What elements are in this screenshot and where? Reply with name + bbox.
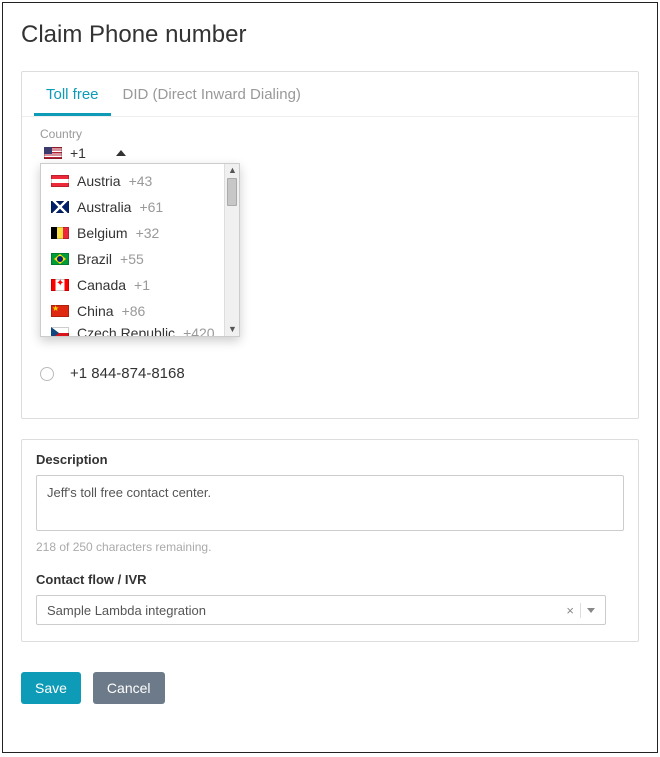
flag-icon xyxy=(51,227,69,239)
description-input[interactable] xyxy=(36,475,624,531)
contact-flow-label: Contact flow / IVR xyxy=(36,572,606,587)
country-option-china[interactable]: China +86 xyxy=(41,298,239,324)
phone-row[interactable]: +1 844-874-8168 xyxy=(40,359,620,388)
phone-number-list: +1 844-874-8168 xyxy=(22,359,638,418)
caret-up-icon xyxy=(116,150,126,156)
flag-icon xyxy=(51,175,69,187)
country-option-code: +32 xyxy=(136,225,160,241)
dropdown-scrollbar[interactable]: ▲ ▼ xyxy=(224,164,239,336)
contact-flow-select[interactable]: Sample Lambda integration × xyxy=(36,595,606,625)
phone-panel: Toll free DID (Direct Inward Dialing) Co… xyxy=(21,71,639,419)
country-option-name: Canada xyxy=(77,277,126,293)
flag-icon xyxy=(51,305,69,317)
country-option-name: Austria xyxy=(77,173,121,189)
country-option-canada[interactable]: Canada +1 xyxy=(41,272,239,298)
flag-icon xyxy=(44,147,62,159)
action-buttons: Save Cancel xyxy=(21,672,639,704)
country-selected-code: +1 xyxy=(70,145,86,161)
country-option-code: +61 xyxy=(139,199,163,215)
caret-down-icon xyxy=(587,608,595,613)
country-option-australia[interactable]: Australia +61 xyxy=(41,194,239,220)
description-panel: Description 218 of 250 characters remain… xyxy=(21,439,639,642)
char-remaining: 218 of 250 characters remaining. xyxy=(36,540,624,554)
contact-flow-section: Contact flow / IVR Sample Lambda integra… xyxy=(36,572,606,625)
country-option-czech-republic[interactable]: Czech Republic +420 xyxy=(41,324,239,336)
country-option-code: +86 xyxy=(122,303,146,319)
clear-icon[interactable]: × xyxy=(560,603,581,618)
flag-icon xyxy=(51,327,69,336)
country-option-code: +43 xyxy=(129,173,153,189)
tab-toll-free[interactable]: Toll free xyxy=(34,72,111,116)
radio-icon[interactable] xyxy=(40,367,54,381)
country-option-name: Australia xyxy=(77,199,131,215)
country-option-name: China xyxy=(77,303,114,319)
tab-did[interactable]: DID (Direct Inward Dialing) xyxy=(111,72,313,116)
country-option-code: +55 xyxy=(120,251,144,267)
country-option-code: +420 xyxy=(183,325,215,336)
scroll-down-icon[interactable]: ▼ xyxy=(228,325,237,334)
flag-icon xyxy=(51,279,69,291)
country-dropdown: Austria +43 Australia +61 Belgium +32 xyxy=(40,163,240,337)
flag-icon xyxy=(51,201,69,213)
country-label: Country xyxy=(40,127,620,141)
country-select[interactable]: +1 xyxy=(40,143,130,163)
save-button[interactable]: Save xyxy=(21,672,81,704)
description-label: Description xyxy=(36,452,624,467)
flag-icon xyxy=(51,253,69,265)
cancel-button[interactable]: Cancel xyxy=(93,672,165,704)
country-dropdown-list[interactable]: Austria +43 Australia +61 Belgium +32 xyxy=(41,164,239,336)
tabs: Toll free DID (Direct Inward Dialing) xyxy=(22,72,638,117)
page-title: Claim Phone number xyxy=(21,21,639,49)
phone-number: +1 844-874-8168 xyxy=(70,365,185,382)
country-option-name: Belgium xyxy=(77,225,128,241)
country-option-austria[interactable]: Austria +43 xyxy=(41,168,239,194)
country-option-code: +1 xyxy=(134,277,150,293)
scroll-thumb[interactable] xyxy=(227,178,237,206)
country-option-belgium[interactable]: Belgium +32 xyxy=(41,220,239,246)
contact-flow-value: Sample Lambda integration xyxy=(47,603,560,618)
country-option-brazil[interactable]: Brazil +55 xyxy=(41,246,239,272)
country-section: Country +1 Austria +43 Australia xyxy=(22,117,638,167)
scroll-up-icon[interactable]: ▲ xyxy=(228,166,237,175)
country-option-name: Brazil xyxy=(77,251,112,267)
country-option-name: Czech Republic xyxy=(77,325,175,336)
